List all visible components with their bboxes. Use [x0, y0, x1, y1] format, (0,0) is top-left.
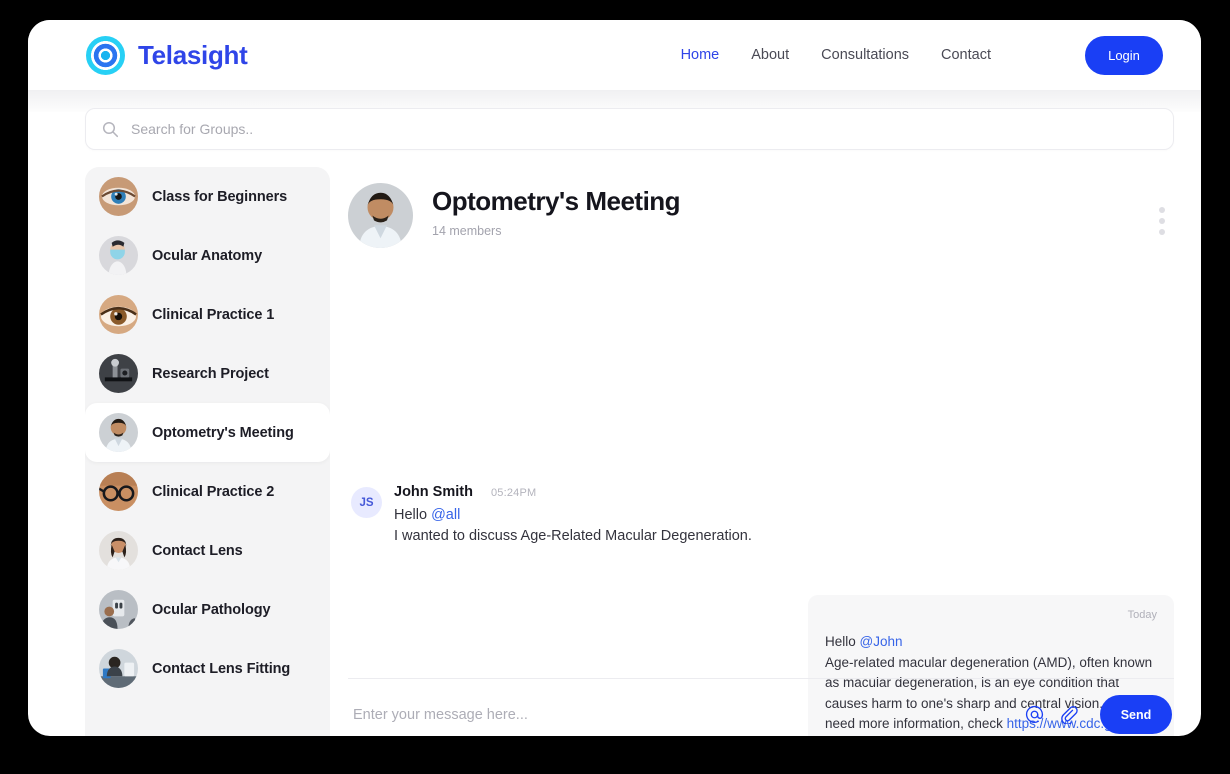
send-button[interactable]: Send	[1100, 695, 1172, 734]
brand[interactable]: Telasight	[86, 35, 248, 75]
message-incoming: JS John Smith 05:24PM Hello @all I wante…	[351, 484, 752, 548]
eye-iris-logo-icon	[86, 35, 125, 75]
message-content: I wanted to discuss Age-Related Macular …	[394, 528, 752, 545]
sidebar-item-research-project[interactable]: Research Project	[85, 344, 330, 403]
search-icon	[102, 121, 119, 138]
sidebar-item-label: Optometry's Meeting	[152, 424, 294, 441]
sidebar-item-label: Clinical Practice 1	[152, 306, 275, 323]
chat-panel: Optometry's Meeting 14 members JS John S…	[348, 167, 1174, 736]
sidebar-item-contact-lens[interactable]: Contact Lens	[85, 521, 330, 580]
eyeglasses-photo-avatar	[99, 472, 138, 511]
chat-header: Optometry's Meeting 14 members	[348, 167, 1174, 263]
eye-closeup-photo-avatar	[99, 177, 138, 216]
lab-equipment-photo-avatar	[99, 354, 138, 393]
sidebar-item-ocular-pathology[interactable]: Ocular Pathology	[85, 580, 330, 639]
sidebar-item-label: Research Project	[152, 365, 269, 382]
chat-member-count: 14 members	[432, 223, 502, 238]
top-navbar: Telasight Home About Consultations Conta…	[28, 20, 1201, 90]
clinic-desk-photo-avatar	[99, 649, 138, 688]
nav-link-home[interactable]: Home	[681, 47, 720, 63]
app-window: Telasight Home About Consultations Conta…	[28, 20, 1201, 736]
message-composer: Send	[348, 678, 1174, 736]
sidebar-item-label: Class for Beginners	[152, 188, 288, 205]
sidebar-item-label: Contact Lens Fitting	[152, 660, 291, 677]
nav-link-consultations[interactable]: Consultations	[821, 47, 909, 63]
message-meta: John Smith 05:24PM	[394, 484, 752, 500]
message-timestamp: 05:24PM	[490, 487, 537, 499]
brand-name: Telasight	[138, 39, 248, 70]
message-greeting: Hello	[825, 634, 860, 649]
message-body: John Smith 05:24PM Hello @all I wanted t…	[394, 484, 752, 548]
nav-link-contact[interactable]: Contact	[941, 47, 991, 63]
sidebar-item-label: Clinical Practice 2	[152, 483, 275, 500]
search-input[interactable]	[131, 121, 1157, 137]
sidebar-item-label: Contact Lens	[152, 542, 243, 559]
message-list: JS John Smith 05:24PM Hello @all I wante…	[348, 263, 1174, 736]
sidebar-item-label: Ocular Anatomy	[152, 247, 263, 264]
kebab-menu-icon[interactable]	[1150, 205, 1174, 237]
message-date-label: Today	[1127, 609, 1157, 621]
message-greeting: Hello	[394, 507, 432, 523]
female-doctor-photo-avatar	[99, 531, 138, 570]
groups-sidebar[interactable]: Class for Beginners Ocular Anatomy Clini…	[85, 167, 330, 736]
sidebar-item-class-for-beginners[interactable]: Class for Beginners	[85, 167, 330, 226]
at-mention-icon[interactable]	[1020, 701, 1048, 729]
sidebar-item-ocular-anatomy[interactable]: Ocular Anatomy	[85, 226, 330, 285]
chat-title: Optometry's Meeting	[432, 186, 681, 216]
sidebar-item-clinical-practice-2[interactable]: Clinical Practice 2	[85, 462, 330, 521]
male-doctor-photo-avatar	[99, 413, 138, 452]
search-bar[interactable]	[85, 108, 1174, 150]
paperclip-icon[interactable]	[1054, 701, 1082, 729]
mention-all[interactable]: @all	[431, 507, 460, 523]
sidebar-item-optometrys-meeting[interactable]: Optometry's Meeting	[85, 403, 330, 462]
nav-link-about[interactable]: About	[751, 47, 789, 63]
doctor-mask-photo-avatar	[99, 236, 138, 275]
message-input[interactable]	[350, 706, 1014, 723]
avatar: JS	[351, 487, 382, 518]
chat-header-text: Optometry's Meeting 14 members	[432, 183, 681, 238]
sidebar-item-contact-lens-fitting[interactable]: Contact Lens Fitting	[85, 639, 330, 698]
message-sender: John Smith	[394, 484, 473, 500]
mention-john[interactable]: @John	[860, 634, 903, 649]
eye-exam-photo-avatar	[99, 590, 138, 629]
chat-header-avatar	[348, 183, 413, 248]
sidebar-item-label: Ocular Pathology	[152, 601, 271, 618]
message-text: Hello @all I wanted to discuss Age-Relat…	[394, 505, 752, 548]
nav-links: Home About Consultations Contact	[681, 47, 991, 63]
sidebar-item-clinical-practice-1[interactable]: Clinical Practice 1	[85, 285, 330, 344]
login-button[interactable]: Login	[1085, 35, 1163, 75]
brown-eye-photo-avatar	[99, 295, 138, 334]
